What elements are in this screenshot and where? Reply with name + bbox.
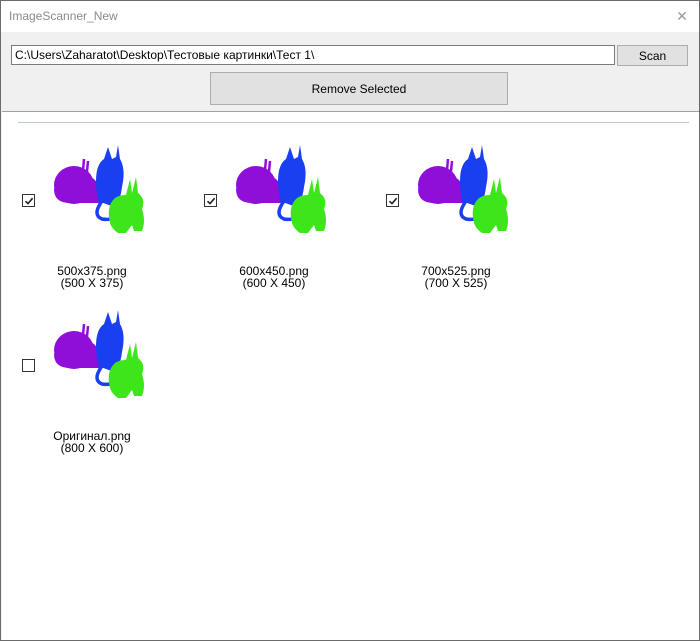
separator (18, 122, 689, 123)
image-thumbnail (42, 302, 152, 402)
remove-selected-button[interactable]: Remove Selected (210, 72, 508, 105)
check-icon (24, 197, 33, 205)
image-dimensions: (600 X 450) (242, 276, 306, 290)
image-checkbox[interactable] (204, 194, 217, 207)
image-caption: Оригинал.png (800 X 600) (2, 430, 182, 454)
image-thumbnail (406, 137, 516, 237)
image-thumbnail (42, 137, 152, 237)
image-dimensions: (700 X 525) (424, 276, 488, 290)
image-dimensions: (500 X 375) (60, 276, 124, 290)
thumbnail-image-icon (54, 310, 144, 398)
title-bar: ImageScanner_New ✕ (1, 1, 699, 32)
image-checkbox[interactable] (22, 359, 35, 372)
image-dimensions: (800 X 600) (60, 441, 124, 455)
image-thumbnail (224, 137, 334, 237)
thumbnail-image-icon (236, 145, 326, 233)
close-button[interactable]: ✕ (665, 1, 699, 32)
app-window: ImageScanner_New ✕ Scan Remove Selected … (0, 0, 700, 641)
results-panel[interactable]: 500x375.png (500 X 375) 600x450.png (600… (2, 111, 699, 640)
image-caption: 600x450.png (600 X 450) (184, 265, 364, 289)
image-item: Оригинал.png (800 X 600) (2, 302, 172, 462)
path-input[interactable] (11, 45, 615, 65)
thumbnail-image-icon (54, 145, 144, 233)
image-caption: 700x525.png (700 X 525) (366, 265, 546, 289)
window-title: ImageScanner_New (9, 9, 118, 23)
image-item: 500x375.png (500 X 375) (2, 137, 172, 297)
check-icon (206, 197, 215, 205)
image-item: 700x525.png (700 X 525) (366, 137, 536, 297)
check-icon (388, 197, 397, 205)
close-icon: ✕ (676, 8, 688, 24)
thumbnail-image-icon (418, 145, 508, 233)
image-checkbox[interactable] (386, 194, 399, 207)
image-item: 600x450.png (600 X 450) (184, 137, 354, 297)
scan-button[interactable]: Scan (617, 45, 688, 66)
image-caption: 500x375.png (500 X 375) (2, 265, 182, 289)
image-checkbox[interactable] (22, 194, 35, 207)
